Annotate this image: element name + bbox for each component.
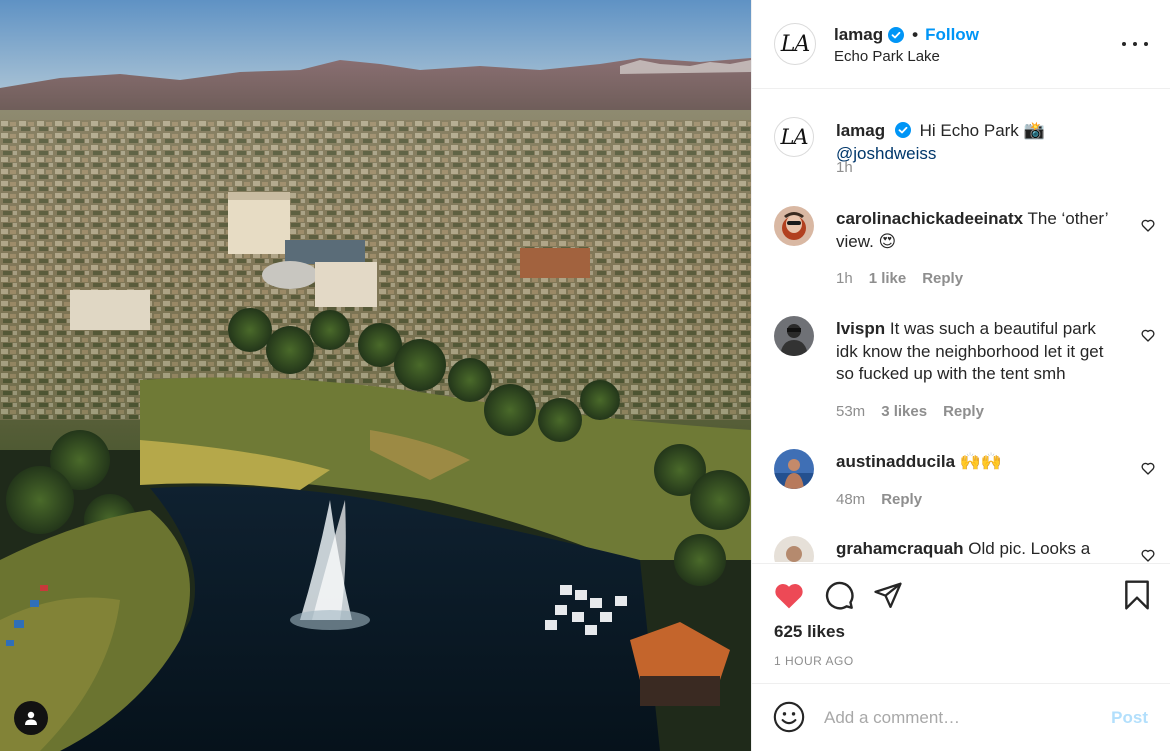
comment-username[interactable]: austinadducila <box>836 452 955 471</box>
bookmark-icon <box>1125 580 1149 610</box>
avatar-logo-text: LA <box>780 31 810 57</box>
comment-username[interactable]: lvispn <box>836 319 885 338</box>
comment-button[interactable] <box>822 578 856 612</box>
comment-text: grahamcraquah Old pic. Looks a <box>836 538 1118 561</box>
verified-badge-icon <box>888 27 905 43</box>
caption-time: 1h <box>836 159 853 176</box>
comment-composer: Post <box>752 683 1170 751</box>
comment-body: 🙌🙌 <box>959 452 1003 471</box>
user-tag-icon <box>25 711 37 725</box>
verified-badge-icon <box>894 122 911 138</box>
emoji-icon <box>773 701 805 733</box>
post-side-panel: LA lamag • Follow Echo Park Lake LA lama… <box>751 0 1170 751</box>
comment-likes-count[interactable]: 3 likes <box>881 403 927 420</box>
follow-button[interactable]: Follow <box>925 25 979 45</box>
likes-count[interactable]: 625 likes <box>774 622 845 642</box>
post-time-ago[interactable]: 1 HOUR AGO <box>774 654 854 668</box>
heart-icon[interactable] <box>1140 547 1156 562</box>
aerial-photo-echo-park <box>0 0 751 751</box>
author-row: lamag • Follow <box>834 25 979 45</box>
comments-list[interactable]: LA lamag Hi Echo Park 📸 @joshdweiss 1h c… <box>752 90 1170 562</box>
reply-button[interactable]: Reply <box>922 270 963 287</box>
heart-icon[interactable] <box>1140 217 1156 233</box>
heart-icon[interactable] <box>1140 327 1156 343</box>
post-photo[interactable] <box>0 0 751 751</box>
caption-meta: 1h <box>836 159 853 176</box>
commenter-avatar[interactable] <box>774 449 814 489</box>
comment-icon <box>825 581 854 610</box>
comment-text: lvispn It was such a beautiful park idk … <box>836 318 1118 386</box>
comment-text: carolinachickadeeinatx The ‘other’ view.… <box>836 208 1118 253</box>
share-icon <box>874 582 902 608</box>
comment-input[interactable] <box>824 704 1094 732</box>
caption-text: lamag Hi Echo Park 📸 @joshdweiss <box>836 120 1118 165</box>
comment-body: Old pic. Looks a <box>968 539 1091 558</box>
comment-meta: 53m 3 likes Reply <box>836 403 984 420</box>
comment-time: 1h <box>836 270 853 287</box>
author-username[interactable]: lamag <box>834 25 883 45</box>
location-link[interactable]: Echo Park Lake <box>834 48 940 65</box>
share-button[interactable] <box>871 578 905 612</box>
post-comment-button[interactable]: Post <box>1111 708 1148 728</box>
post-actions: 625 likes 1 HOUR AGO <box>752 563 1170 682</box>
emoji-button[interactable] <box>772 700 806 734</box>
caption-username[interactable]: lamag <box>836 121 885 140</box>
comment-meta: 1h 1 like Reply <box>836 270 963 287</box>
heart-icon[interactable] <box>1140 460 1156 476</box>
more-options-icon[interactable] <box>1122 34 1148 54</box>
author-avatar[interactable]: LA <box>774 23 816 65</box>
comment-likes-count[interactable]: 1 like <box>869 270 907 287</box>
commenter-avatar[interactable] <box>774 536 814 562</box>
post-header: LA lamag • Follow Echo Park Lake <box>752 0 1170 89</box>
like-button[interactable] <box>772 578 806 612</box>
caption-avatar[interactable]: LA <box>774 117 814 157</box>
user-tag-button[interactable] <box>14 701 48 735</box>
save-button[interactable] <box>1120 578 1154 612</box>
comment-text: austinadducila 🙌🙌 <box>836 451 1118 474</box>
comment-meta: 48m Reply <box>836 491 922 508</box>
comment-time: 53m <box>836 403 866 420</box>
caption-body: Hi Echo Park 📸 <box>919 121 1045 140</box>
commenter-avatar[interactable] <box>774 206 814 246</box>
reply-button[interactable]: Reply <box>943 403 984 420</box>
comment-username[interactable]: grahamcraquah <box>836 539 964 558</box>
heart-icon <box>775 584 803 609</box>
comment-username[interactable]: carolinachickadeeinatx <box>836 209 1023 228</box>
separator-dot: • <box>912 25 919 44</box>
commenter-avatar[interactable] <box>774 316 814 356</box>
avatar-logo-text: LA <box>780 125 808 149</box>
reply-button[interactable]: Reply <box>881 491 922 508</box>
comment-time: 48m <box>836 491 866 508</box>
